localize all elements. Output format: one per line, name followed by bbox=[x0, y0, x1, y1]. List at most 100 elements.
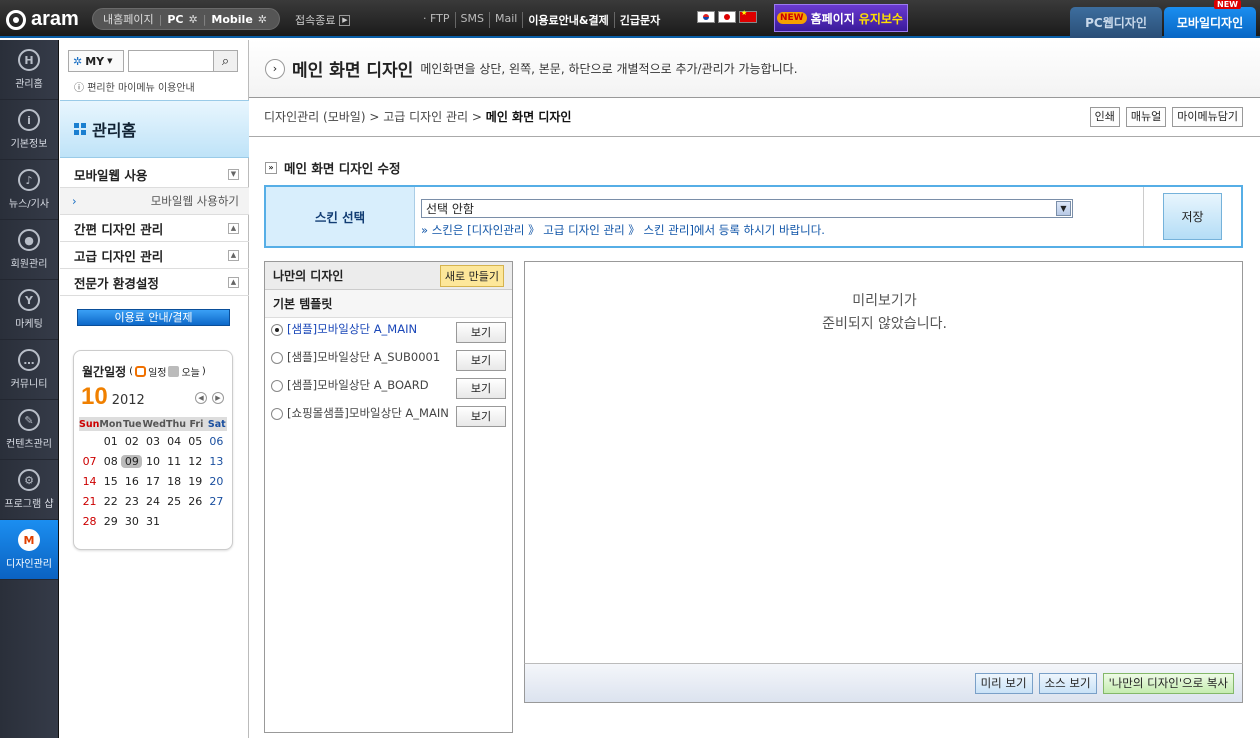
view-button[interactable]: 보기 bbox=[456, 350, 506, 371]
calendar-day[interactable]: 19 bbox=[185, 475, 206, 488]
template-radio[interactable] bbox=[271, 352, 283, 364]
calendar-day[interactable]: 22 bbox=[100, 495, 121, 508]
calendar-day[interactable]: 30 bbox=[121, 515, 142, 528]
calendar-day[interactable]: 05 bbox=[185, 435, 206, 448]
rail-design[interactable]: M 디자인관리 bbox=[0, 520, 58, 580]
maintenance-banner[interactable]: NEW 홈페이지 유지보수 bbox=[774, 4, 908, 32]
my-menu-select[interactable]: ✲ MY ▼ bbox=[68, 50, 124, 72]
japan-flag-icon[interactable] bbox=[718, 11, 736, 23]
preview-panel: 미리보기가 준비되지 않았습니다. bbox=[524, 261, 1243, 703]
sms-link[interactable]: SMS bbox=[454, 12, 489, 28]
pc-link[interactable]: PC bbox=[167, 13, 183, 26]
manual-button[interactable]: 매뉴얼 bbox=[1125, 107, 1167, 127]
sidebar-item-simple-design[interactable]: 간편 디자인 관리 ▲ bbox=[60, 215, 249, 242]
calendar-day[interactable]: 17 bbox=[142, 475, 163, 488]
sidebar-item-advanced-design[interactable]: 고급 디자인 관리 ▲ bbox=[60, 242, 249, 269]
aram-logo[interactable]: aram bbox=[6, 8, 79, 31]
chevron-up-icon[interactable]: ▲ bbox=[228, 249, 239, 261]
rail-members[interactable]: ● 회원관리 bbox=[0, 220, 58, 280]
calendar-day[interactable]: 14 bbox=[79, 475, 100, 488]
calendar-day[interactable]: 06 bbox=[206, 435, 227, 448]
logout-link[interactable]: 접속종료 ▶ bbox=[295, 12, 351, 28]
sprout-icon: Y bbox=[18, 289, 40, 311]
icon-rail: H 관리홈 i 기본정보 ♪ 뉴스/기사 ● 회원관리 Y 마케팅 … 커뮤니티 ✎ 컨텐츠관… bbox=[0, 40, 59, 738]
korea-flag-icon[interactable] bbox=[697, 11, 715, 23]
calendar-day[interactable]: 02 bbox=[121, 435, 142, 448]
sidebar-item-use-mobile-web[interactable]: 모바일웹 사용하기 bbox=[60, 188, 249, 215]
calendar-day[interactable]: 16 bbox=[121, 475, 142, 488]
calendar-day[interactable]: 15 bbox=[100, 475, 121, 488]
rail-home[interactable]: H 관리홈 bbox=[0, 40, 58, 100]
pay-info-button[interactable]: 이용료 안내/결제 bbox=[77, 309, 230, 326]
view-button[interactable]: 보기 bbox=[456, 322, 506, 343]
save-button[interactable]: 저장 bbox=[1163, 193, 1222, 240]
calendar-day[interactable]: 28 bbox=[79, 515, 100, 528]
calendar-day[interactable]: 10 bbox=[142, 455, 163, 468]
rail-program-shop[interactable]: ⚙ 프로그램 샵 bbox=[0, 460, 58, 520]
calendar-day[interactable]: 25 bbox=[164, 495, 185, 508]
calendar-day[interactable]: 04 bbox=[164, 435, 185, 448]
china-flag-icon[interactable] bbox=[739, 9, 757, 23]
calendar-day[interactable]: 08 bbox=[100, 455, 121, 468]
rail-marketing[interactable]: Y 마케팅 bbox=[0, 280, 58, 340]
rail-news[interactable]: ♪ 뉴스/기사 bbox=[0, 160, 58, 220]
skin-label: 스킨 선택 bbox=[266, 187, 415, 246]
prev-month-icon[interactable]: ◀ bbox=[195, 392, 207, 404]
search-input[interactable]: ⌕ bbox=[128, 50, 238, 72]
calendar-day[interactable]: 18 bbox=[164, 475, 185, 488]
calendar-day[interactable]: 27 bbox=[206, 495, 227, 508]
breadcrumb-item[interactable]: 고급 디자인 관리 bbox=[383, 110, 468, 124]
print-button[interactable]: 인쇄 bbox=[1089, 107, 1120, 127]
rail-basic-info[interactable]: i 기본정보 bbox=[0, 100, 58, 160]
calendar-day[interactable]: 13 bbox=[206, 455, 227, 468]
calendar-day[interactable]: 11 bbox=[164, 455, 185, 468]
add-my-menu-button[interactable]: 마이메뉴담기 bbox=[1172, 107, 1243, 127]
template-radio[interactable] bbox=[271, 408, 283, 420]
preview-button[interactable]: 미리 보기 bbox=[974, 672, 1033, 694]
skin-select[interactable]: 선택 안함 ▼ bbox=[421, 199, 1073, 218]
billing-link[interactable]: 이용료안내&결제 bbox=[522, 12, 613, 28]
urgent-sms-link[interactable]: 긴급문자 bbox=[613, 12, 665, 28]
view-button[interactable]: 보기 bbox=[456, 378, 506, 399]
grid-icon bbox=[74, 123, 86, 135]
calendar-day[interactable]: 26 bbox=[185, 495, 206, 508]
calendar-day[interactable]: 24 bbox=[142, 495, 163, 508]
breadcrumb-item[interactable]: 디자인관리 (모바일) bbox=[264, 110, 366, 124]
tab-mobile-design[interactable]: 모바일디자인 bbox=[1164, 7, 1256, 38]
chevron-up-icon[interactable]: ▲ bbox=[228, 222, 239, 234]
create-new-button[interactable]: 새로 만들기 bbox=[439, 264, 504, 287]
calendar-day[interactable]: 21 bbox=[79, 495, 100, 508]
tab-pc-design[interactable]: PC웹디자인 bbox=[1070, 7, 1162, 38]
calendar-day[interactable]: 31 bbox=[142, 515, 163, 528]
chevron-down-icon[interactable]: ▼ bbox=[228, 168, 239, 180]
calendar-day[interactable]: 23 bbox=[121, 495, 142, 508]
next-month-icon[interactable]: ▶ bbox=[212, 392, 224, 404]
calendar-day[interactable]: 03 bbox=[142, 435, 163, 448]
template-radio[interactable] bbox=[271, 324, 283, 336]
template-radio[interactable] bbox=[271, 380, 283, 392]
calendar-day[interactable]: 29 bbox=[100, 515, 121, 528]
my-menu-hint[interactable]: ⓘ 편리한 마이메뉴 이용안내 bbox=[74, 79, 195, 94]
mypage-link[interactable]: 내홈페이지 bbox=[103, 11, 154, 27]
calendar-day[interactable]: 20 bbox=[206, 475, 227, 488]
gear-icon[interactable]: ✲ bbox=[188, 13, 197, 26]
chevron-up-icon[interactable]: ▲ bbox=[228, 276, 239, 288]
calendar-day[interactable]: 01 bbox=[100, 435, 121, 448]
rail-contents[interactable]: ✎ 컨텐츠관리 bbox=[0, 400, 58, 460]
gear-icon[interactable]: ✲ bbox=[258, 13, 267, 26]
search-icon[interactable]: ⌕ bbox=[213, 51, 237, 71]
mobile-link[interactable]: Mobile bbox=[211, 13, 252, 26]
top-menu: · FTP SMS Mail 이용료안내&결제 긴급문자 bbox=[418, 12, 665, 28]
sidebar-item-mobile-web[interactable]: 모바일웹 사용 ▼ bbox=[60, 161, 249, 188]
chevron-down-icon[interactable]: ▼ bbox=[1056, 201, 1071, 216]
rail-community[interactable]: … 커뮤니티 bbox=[0, 340, 58, 400]
ftp-link[interactable]: · FTP bbox=[418, 12, 455, 28]
sidebar-item-expert-settings[interactable]: 전문가 환경설정 ▲ bbox=[60, 269, 249, 296]
calendar-day[interactable]: 09 bbox=[121, 454, 143, 468]
view-source-button[interactable]: 소스 보기 bbox=[1038, 672, 1097, 694]
mail-link[interactable]: Mail bbox=[488, 12, 522, 28]
calendar-day[interactable]: 07 bbox=[79, 455, 100, 468]
view-button[interactable]: 보기 bbox=[456, 406, 506, 427]
calendar-day[interactable]: 12 bbox=[185, 455, 206, 468]
copy-to-my-design-button[interactable]: '나만의 디자인'으로 복사 bbox=[1102, 672, 1234, 694]
